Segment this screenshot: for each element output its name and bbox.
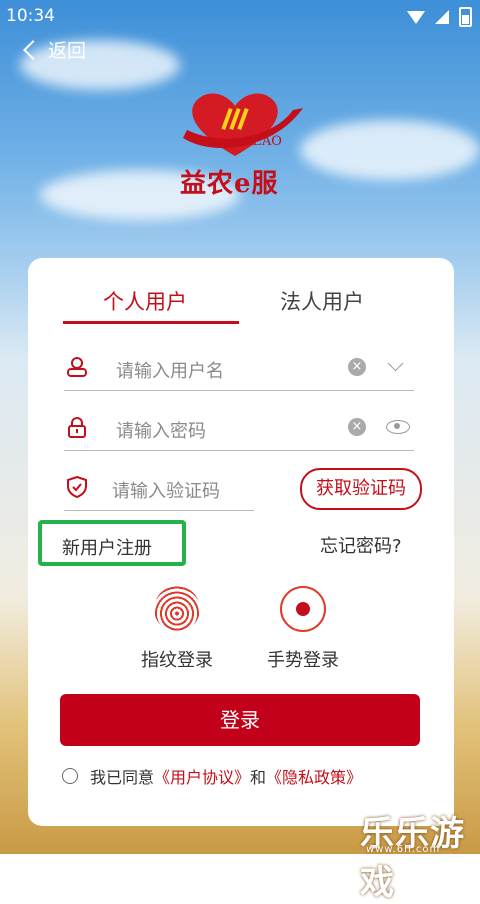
agreement-row: 我已同意 《用户协议》 和 《隐私政策》 [62,764,362,788]
cloud [300,120,480,180]
register-link[interactable]: 新用户注册 [38,520,186,566]
gesture-icon [280,586,326,632]
clear-icon[interactable]: × [348,418,366,436]
signal-icon [435,10,449,24]
tab-personal[interactable]: 个人用户 [103,286,187,316]
username-placeholder: 请输入用户名 [116,361,224,382]
clear-icon[interactable]: × [348,358,366,376]
watermark-url: www.6ll.com [366,844,441,855]
password-placeholder: 请输入密码 [116,421,206,442]
user-icon [67,357,87,377]
logo-brand: 益农e服 [180,169,279,199]
back-label: 返回 [48,40,87,62]
active-tab-indicator [63,321,239,324]
gesture-label: 手势登录 [267,650,339,671]
logo-abbr: AEAO [243,134,282,149]
lock-icon [68,417,86,438]
status-time: 10:34 [6,6,55,26]
username-field[interactable]: 请输入用户名 × [64,344,414,391]
fingerprint-icon [154,586,200,632]
tab-corporate[interactable]: 法人用户 [280,286,364,316]
privacy-policy-link[interactable]: 《隐私政策》 [266,764,362,788]
user-agreement-link[interactable]: 《用户协议》 [154,764,250,788]
get-code-button[interactable]: 获取验证码 [300,468,422,510]
battery-icon [459,7,472,27]
agree-radio[interactable] [62,768,78,784]
heart-logo-icon [183,93,303,156]
app-logo: AEAO 益农e服 [175,88,310,199]
watermark-text: 乐乐游戏 [360,814,465,903]
gesture-login-button[interactable]: 手势登录 [258,586,348,672]
status-bar: 10:34 [0,0,480,34]
back-button[interactable]: 返回 [23,36,87,63]
code-field[interactable]: 请输入验证码 [64,464,254,511]
eye-icon[interactable] [386,420,410,434]
password-field[interactable]: 请输入密码 × [64,404,414,451]
user-type-tabs: 个人用户 法人用户 [28,258,454,328]
fingerprint-login-button[interactable]: 指纹登录 [132,586,222,672]
fingerprint-label: 指纹登录 [141,650,213,671]
chevron-down-icon[interactable] [387,355,404,372]
shield-check-icon [67,476,87,498]
register-label: 新用户注册 [62,538,152,559]
forgot-password-link[interactable]: 忘记密码? [320,532,402,558]
code-placeholder: 请输入验证码 [112,481,220,502]
login-card: 个人用户 法人用户 请输入用户名 × 请输入密码 × 请输入验证码 获取验证码 … [28,258,454,826]
watermark: 乐乐游戏 www.6ll.com [360,806,480,904]
wifi-icon [407,10,425,24]
login-button[interactable]: 登录 [60,694,420,746]
agree-prefix: 我已同意 [90,768,155,787]
chevron-left-icon [23,39,43,60]
agree-and: 和 [250,768,267,787]
